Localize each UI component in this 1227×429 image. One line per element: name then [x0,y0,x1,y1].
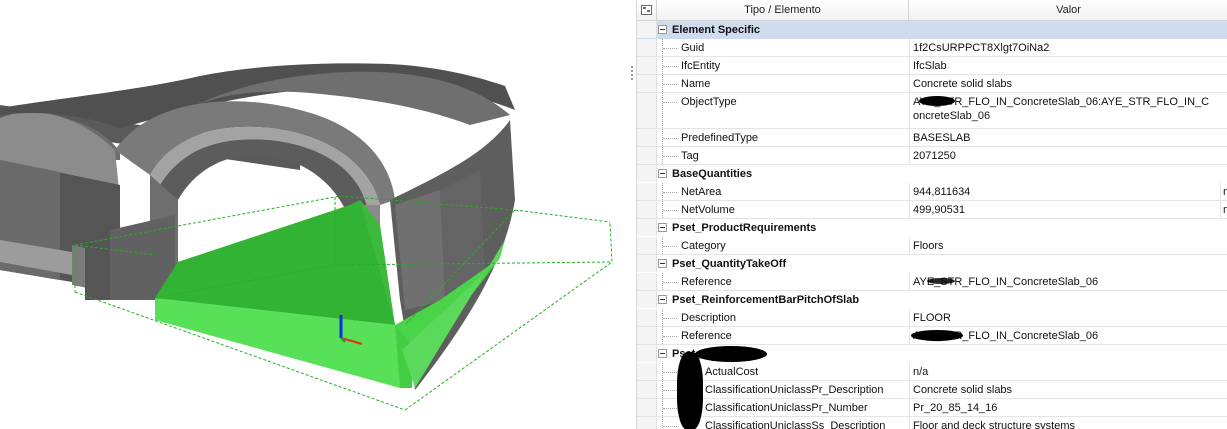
property-value[interactable]: Concrete solid slabs [909,75,1213,92]
3d-viewport[interactable] [0,0,632,429]
collapse-icon[interactable] [658,223,667,232]
property-row[interactable]: ClassificationUniclassPr_Number Pr_20_85… [637,399,1227,417]
property-row[interactable]: NetArea 944,811634 m [637,183,1227,201]
redaction-mark [911,330,963,341]
property-value[interactable]: FLOOR [909,309,1213,326]
collapse-icon[interactable] [658,349,667,358]
property-row[interactable]: IfcEntity IfcSlab [637,57,1227,75]
property-row[interactable]: Description FLOOR [637,309,1227,327]
group-row-reinforcement-bar-pitch[interactable]: Pset_ReinforcementBarPitchOfSlab [637,291,1227,309]
property-row[interactable]: Reference AYE_STR_FLO_IN_ConcreteSlab_06 [637,273,1227,291]
property-name: NetArea [681,186,722,198]
property-name: ClassificationUniclassPr_Description [705,384,884,396]
property-value[interactable]: Pr_20_85_14_16 [909,399,1213,416]
categorize-button[interactable] [637,0,657,21]
property-value[interactable]: 1f2CsURPPCT8Xlgt7OiNa2 [909,39,1213,56]
property-row[interactable]: ClassificationUniclassPr_Description Con… [637,381,1227,399]
property-value[interactable]: IfcSlab [909,57,1213,74]
model-render[interactable] [0,0,632,429]
collapse-icon[interactable] [658,25,667,34]
collapse-icon[interactable] [658,169,667,178]
group-label: Pset_QuantityTakeOff [672,258,787,270]
property-name: Name [681,78,711,90]
property-name: Category [681,240,726,252]
redaction-scribble [677,352,703,429]
group-row-quantity-takeoff[interactable]: Pset_QuantityTakeOff [637,255,1227,273]
property-row[interactable]: ObjectType AYE_STR_FLO_IN_ConcreteSlab_0… [637,93,1227,129]
group-label: Pset_ReinforcementBarPitchOfSlab [672,294,860,306]
group-row-product-requirements[interactable]: Pset_ProductRequirements [637,219,1227,237]
group-label: BaseQuantities [672,168,753,180]
group-row-parameters[interactable]: Pset_ Parameters [637,345,1227,363]
property-name: ClassificationUniclassSs_Description [705,420,886,429]
property-value[interactable]: 944,811634 [909,183,1213,200]
property-value[interactable]: 2071250 [909,147,1213,164]
categorize-icon [641,5,652,15]
properties-panel[interactable]: Tipo / Elemento Valor Element Specific G… [636,0,1227,429]
group-row-element-specific[interactable]: Element Specific [637,21,1227,39]
property-unit: m [1220,183,1227,200]
property-row[interactable]: Guid 1f2CsURPPCT8Xlgt7OiNa2 [637,39,1227,57]
property-name: Reference [681,276,732,288]
panel-splitter[interactable] [628,0,636,429]
property-value[interactable]: BASESLAB [909,129,1213,146]
property-name: IfcEntity [681,60,721,72]
property-value[interactable]: Floor and deck structure systems [909,417,1213,429]
collapse-icon[interactable] [658,295,667,304]
property-value[interactable]: AYE_STR_FLO_IN_ConcreteSlab_06:AYE_STR_F… [909,93,1213,128]
group-label: Element Specific [672,24,761,36]
column-header-value[interactable]: Valor [909,0,1227,21]
properties-header: Tipo / Elemento Valor [637,0,1227,21]
property-value[interactable]: Floors [909,237,1213,254]
property-value[interactable]: Concrete solid slabs [909,381,1213,398]
property-grid: Element Specific Guid 1f2CsURPPCT8Xlgt7O… [637,21,1227,429]
property-name: NetVolume [681,204,735,216]
property-row[interactable]: ClassificationUniclassSs_Description Flo… [637,417,1227,429]
property-name: ClassificationUniclassPr_Number [705,402,868,414]
property-name: ActualCost [705,366,759,378]
property-row[interactable]: Tag 2071250 [637,147,1227,165]
redaction-mark [927,278,955,284]
property-name: ObjectType [681,96,737,108]
property-row[interactable]: ActualCost n/a [637,363,1227,381]
property-row[interactable]: Name Concrete solid slabs [637,75,1227,93]
group-label: Pset_ProductRequirements [672,222,817,234]
property-unit: m [1220,201,1227,218]
property-row[interactable]: Reference AYE_STR_FLO_IN_ConcreteSlab_06 [637,327,1227,345]
redaction-mark [695,346,767,362]
collapse-icon[interactable] [658,259,667,268]
property-name: Tag [681,150,699,162]
redaction-mark [919,96,955,106]
property-value[interactable]: n/a [909,363,1213,380]
property-name: Reference [681,330,732,342]
property-row[interactable]: PredefinedType BASESLAB [637,129,1227,147]
property-name: Description [681,312,737,324]
property-name: Guid [681,42,705,54]
property-row[interactable]: NetVolume 499,90531 m [637,201,1227,219]
property-name: PredefinedType [681,132,759,144]
property-value[interactable]: 499,90531 [909,201,1213,218]
property-row[interactable]: Category Floors [637,237,1227,255]
group-row-base-quantities[interactable]: BaseQuantities [637,165,1227,183]
column-header-name[interactable]: Tipo / Elemento [657,0,909,21]
